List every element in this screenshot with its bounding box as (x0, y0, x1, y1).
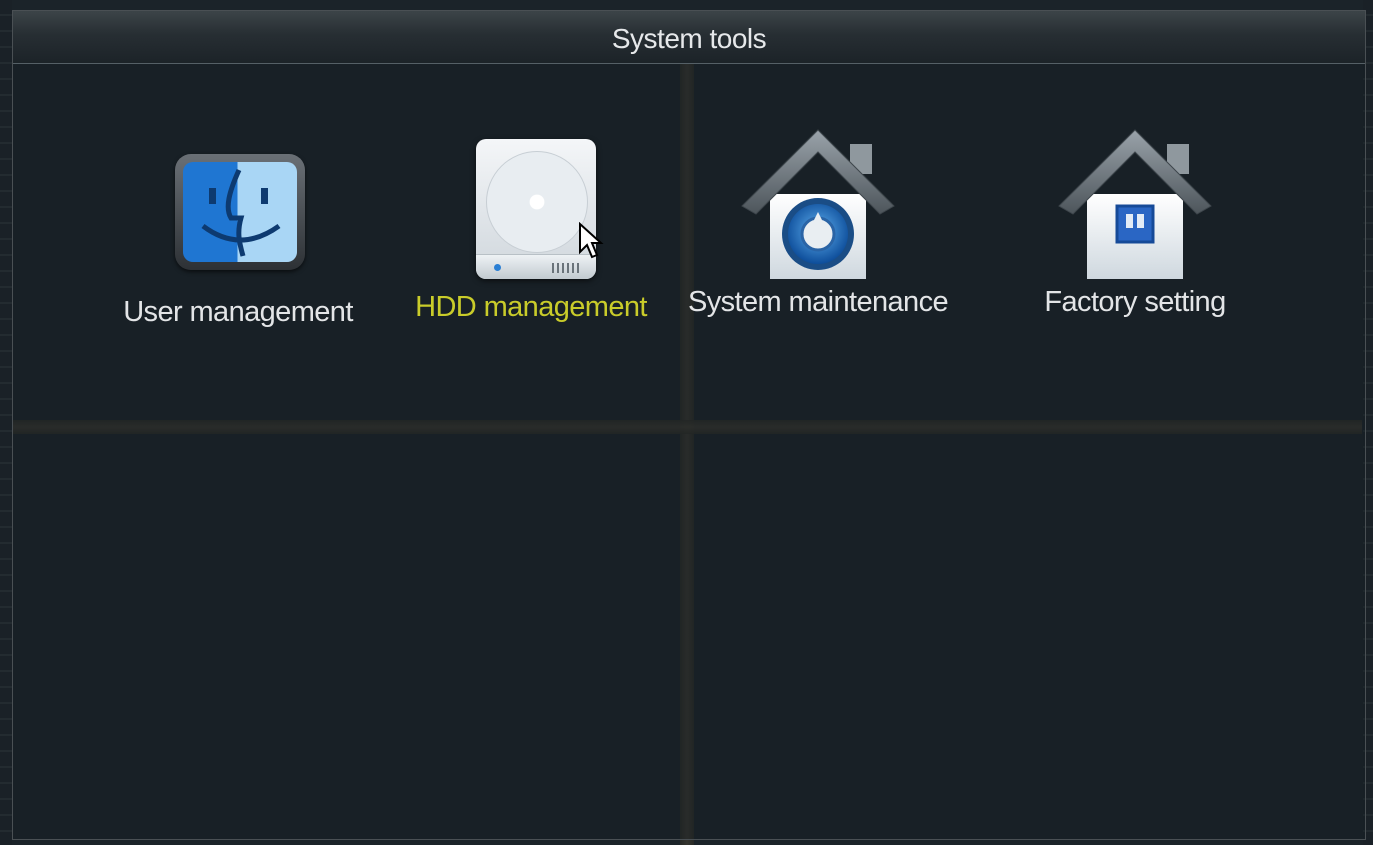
tool-hdd-management[interactable]: HDD management (381, 129, 681, 324)
tool-user-management[interactable]: User management (88, 134, 388, 329)
tool-label: Factory setting (1044, 286, 1226, 318)
house-icon (1058, 124, 1212, 284)
mouse-cursor-icon (579, 222, 604, 259)
tool-factory-setting[interactable]: Factory setting (985, 124, 1285, 319)
left-edge-decoration (0, 0, 12, 845)
tool-label: System maintenance (688, 286, 949, 318)
title-bar: System tools (13, 11, 1365, 64)
tool-system-maintenance[interactable]: System maintenance (668, 124, 968, 319)
tool-label: User management (123, 296, 353, 328)
dvr-screen: System tools User management HDD managem… (0, 0, 1373, 845)
window-title: System tools (611, 23, 767, 54)
house-gear-icon (741, 124, 895, 284)
tool-label: HDD management (415, 291, 647, 323)
system-tools-window: System tools User management HDD managem… (12, 10, 1366, 840)
finder-face-icon (163, 134, 313, 284)
tools-panel: User management HDD management System ma… (13, 64, 1365, 839)
